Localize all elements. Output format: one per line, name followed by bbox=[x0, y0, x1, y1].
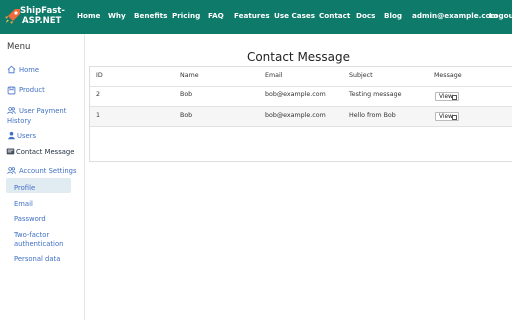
view-button[interactable]: View bbox=[435, 112, 459, 121]
sidebar-item-account-settings[interactable]: Account Settings bbox=[19, 167, 76, 176]
view-button-label: View bbox=[439, 94, 453, 100]
sidebar-item-users[interactable]: Users bbox=[17, 132, 36, 141]
nav-blog[interactable]: Blog bbox=[384, 11, 402, 21]
account-settings-icon bbox=[7, 167, 16, 175]
user-icon bbox=[8, 131, 15, 140]
nav-pricing[interactable]: Pricing bbox=[172, 11, 200, 21]
cell-id: 2 bbox=[96, 91, 101, 98]
top-navbar: ShipFast- ASP.NET Home Why Benefits Pric… bbox=[0, 0, 512, 34]
nav-account-email[interactable]: admin@example.com bbox=[412, 11, 498, 21]
sidebar-sub-password[interactable]: Password bbox=[14, 215, 46, 224]
nav-why[interactable]: Why bbox=[108, 11, 126, 21]
nav-benefits[interactable]: Benefits bbox=[134, 11, 167, 21]
view-button[interactable]: View bbox=[435, 92, 459, 101]
view-button-label: View bbox=[439, 114, 453, 120]
nav-docs[interactable]: Docs bbox=[356, 11, 375, 21]
sidebar: Menu Home Product User Payment History U… bbox=[0, 34, 85, 320]
cell-email: bob@example.com bbox=[265, 91, 326, 98]
home-icon bbox=[7, 65, 16, 74]
cell-name: Bob bbox=[180, 91, 193, 98]
nav-features[interactable]: Features bbox=[234, 11, 270, 21]
column-header-subject: Subject bbox=[349, 72, 373, 79]
nav-faq[interactable]: FAQ bbox=[208, 11, 224, 21]
brand-name-line1: ShipFast- bbox=[20, 6, 65, 16]
nav-home[interactable]: Home bbox=[77, 11, 100, 21]
sidebar-sub-two-factor-line2[interactable]: authentication bbox=[14, 240, 63, 249]
main-content: Contact Message ID Name Email Subject Me… bbox=[85, 34, 512, 320]
brand-name-line2: ASP.NET bbox=[22, 16, 62, 26]
column-header-email: Email bbox=[265, 72, 283, 79]
page-title: Contact Message bbox=[246, 50, 351, 64]
cell-name: Bob bbox=[180, 112, 193, 119]
sidebar-sub-personal-data[interactable]: Personal data bbox=[14, 255, 60, 264]
cell-subject: Hello from Bob bbox=[349, 112, 396, 119]
sidebar-item-user-payment-line2[interactable]: History bbox=[7, 117, 31, 126]
nav-logout[interactable]: Logout bbox=[489, 11, 512, 21]
sidebar-sub-email[interactable]: Email bbox=[14, 200, 33, 209]
sidebar-item-home[interactable]: Home bbox=[19, 66, 39, 75]
message-icon bbox=[6, 148, 15, 155]
column-header-message: Message bbox=[434, 72, 462, 79]
sidebar-sub-two-factor[interactable]: Two-factor bbox=[14, 231, 49, 240]
nav-use-cases[interactable]: Use Cases bbox=[274, 11, 315, 21]
column-header-name: Name bbox=[180, 72, 199, 79]
sidebar-title: Menu bbox=[7, 42, 31, 52]
sidebar-item-product[interactable]: Product bbox=[19, 86, 45, 95]
external-link-icon bbox=[452, 94, 457, 100]
external-link-icon bbox=[452, 114, 457, 120]
sidebar-item-user-payment[interactable]: User Payment bbox=[19, 107, 66, 116]
column-header-id: ID bbox=[96, 72, 103, 79]
cell-email: bob@example.com bbox=[265, 112, 326, 119]
brand-logo[interactable]: ShipFast- ASP.NET bbox=[4, 6, 65, 30]
messages-table: ID Name Email Subject Message 2 Bob bob@… bbox=[89, 66, 512, 162]
sidebar-item-contact-message-label[interactable]: Contact Message bbox=[16, 148, 74, 157]
table-row: 1 Bob bob@example.com Hello from Bob Vie… bbox=[90, 107, 512, 126]
sidebar-sub-profile[interactable]: Profile bbox=[14, 184, 35, 193]
cell-subject: Testing message bbox=[349, 91, 402, 98]
users-icon bbox=[7, 107, 16, 115]
table-divider bbox=[90, 86, 512, 87]
nav-contact[interactable]: Contact bbox=[319, 11, 350, 21]
table-divider bbox=[90, 126, 512, 127]
product-icon bbox=[7, 86, 16, 95]
cell-id: 1 bbox=[96, 112, 101, 119]
